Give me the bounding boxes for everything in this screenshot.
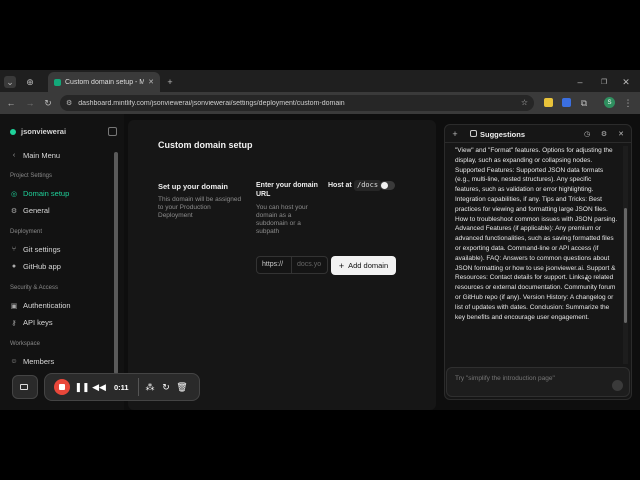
input-divider	[291, 257, 292, 273]
page-title: Custom domain setup	[158, 140, 253, 150]
sidebar-item-label: Authentication	[23, 301, 71, 310]
maximize-window-icon[interactable]: ❐	[598, 76, 610, 88]
sidebar-item-label: Git settings	[23, 245, 61, 254]
enter-domain-label: Enter your domain URL	[256, 182, 318, 198]
section-security-access: Security & Access	[10, 285, 59, 291]
rewind-icon[interactable]: ◀◀	[92, 381, 106, 393]
suggestions-scrollbar-thumb[interactable]	[624, 208, 627, 323]
sidebar-item-github-app[interactable]: ● GitHub app	[10, 262, 61, 271]
new-chat-plus-icon[interactable]: +	[450, 129, 460, 139]
gear-icon: ⚙	[10, 207, 18, 215]
minimize-window-icon[interactable]: –	[574, 76, 586, 88]
https-prefix: https://	[262, 261, 284, 268]
camera-icon	[20, 384, 28, 390]
domain-input[interactable]: docs.yo	[297, 261, 325, 270]
browser-tab-active[interactable]: Custom domain setup - Mintlif... ✕	[48, 72, 160, 92]
setup-heading: Set up your domain	[158, 182, 229, 191]
suggestions-title: Suggestions	[480, 130, 526, 139]
host-at-toggle[interactable]	[380, 181, 395, 190]
close-panel-icon[interactable]: ✕	[616, 129, 626, 139]
chevron-left-icon: ‹	[12, 152, 16, 159]
recorder-camera-button[interactable]	[12, 375, 38, 399]
suggestion-prompt-input[interactable]: Try "simplify the introduction page"	[446, 367, 630, 397]
section-deployment: Deployment	[10, 229, 43, 235]
github-icon: ●	[11, 263, 17, 270]
extension-blue-icon[interactable]	[562, 98, 571, 107]
sidebar-item-api-keys[interactable]: ⚷ API keys	[10, 318, 53, 327]
add-domain-label: Add domain	[348, 261, 389, 270]
close-window-icon[interactable]: ✕	[620, 76, 632, 88]
collapse-sidebar-icon[interactable]	[108, 127, 117, 136]
sidebar-item-label: General	[23, 206, 50, 215]
org-switcher[interactable]: jsonviewerai	[10, 127, 66, 136]
extension-yellow-icon[interactable]	[544, 98, 553, 107]
panel-header-divider	[445, 142, 631, 143]
recorder-divider	[138, 378, 139, 396]
org-name: jsonviewerai	[21, 127, 67, 136]
setup-description: This domain will be assigned to your Pro…	[158, 196, 242, 220]
sidebar-item-label: GitHub app	[23, 262, 61, 271]
section-workspace: Workspace	[10, 341, 40, 347]
main-menu-label: Main Menu	[23, 151, 61, 160]
history-clock-icon[interactable]: ◷	[582, 129, 592, 139]
host-at-path-code: /docs	[354, 180, 382, 191]
sidebar-item-git-settings[interactable]: ⑂ Git settings	[10, 245, 61, 254]
pause-icon[interactable]: ❚❚	[74, 381, 89, 393]
host-at-label: Host at	[328, 182, 352, 189]
main-menu-link[interactable]: ‹ Main Menu	[10, 151, 60, 160]
sidebar-item-members[interactable]: ☺ Members	[10, 357, 54, 366]
stop-recording-button[interactable]	[54, 379, 70, 395]
recording-timer: 0:11	[114, 383, 129, 392]
send-arrow-icon[interactable]	[612, 380, 623, 391]
bookmark-star-icon[interactable]: ☆	[521, 99, 528, 107]
restart-icon[interactable]: ↻	[160, 381, 172, 393]
profile-avatar-icon[interactable]: S	[604, 97, 615, 108]
close-tab-icon[interactable]: ✕	[148, 79, 154, 86]
mouse-cursor-icon: ↖	[584, 275, 591, 284]
browser-menu-icon[interactable]: ⋮	[622, 97, 634, 109]
add-domain-button[interactable]: + Add domain	[331, 256, 396, 275]
letterbox-bottom	[0, 410, 640, 480]
lock-icon: ▣	[10, 302, 18, 310]
plus-icon: +	[338, 260, 345, 271]
users-icon: ☺	[10, 358, 18, 365]
sidebar-item-authentication[interactable]: ▣ Authentication	[10, 301, 71, 310]
address-bar-url: dashboard.mintlify.com/jsonviewerai/json…	[78, 99, 345, 107]
section-project-settings: Project Settings	[10, 173, 53, 179]
enter-domain-description: You can host your domain as a subdomain …	[256, 204, 308, 236]
forward-arrow-icon[interactable]: →	[24, 97, 36, 109]
key-icon: ⚷	[11, 319, 17, 327]
extensions-puzzle-icon[interactable]: ⧉	[578, 97, 590, 109]
suggestions-content: "View" and "Format" features. Options fo…	[455, 147, 618, 321]
sidebar-item-general[interactable]: ⚙ General	[10, 206, 50, 215]
toggle-knob	[381, 182, 388, 189]
sidebar-item-label: Domain setup	[23, 189, 70, 198]
tab-search-icon[interactable]: ⌄	[4, 76, 16, 88]
suggestions-logo-icon	[470, 130, 477, 137]
stop-icon	[59, 384, 65, 390]
letterbox-top	[0, 0, 640, 70]
sidebar-scrollbar[interactable]	[114, 152, 118, 374]
sidebar-item-label: Members	[23, 357, 55, 366]
extensions-tab-icon[interactable]: ⊕	[24, 76, 36, 88]
org-logo-icon	[10, 128, 16, 135]
back-arrow-icon[interactable]: ←	[5, 97, 17, 109]
git-branch-icon: ⑂	[11, 246, 17, 253]
reload-icon[interactable]: ↻	[42, 97, 54, 109]
settings-gear-icon[interactable]: ⚙	[599, 129, 609, 139]
grid-icon[interactable]: ⁂	[144, 381, 156, 393]
sidebar-item-label: API keys	[23, 318, 53, 327]
sidebar-item-domain-setup[interactable]: ◎ Domain setup	[10, 189, 69, 198]
trash-icon[interactable]: 🗑	[176, 381, 188, 393]
new-tab-icon[interactable]: +	[164, 76, 176, 88]
address-bar[interactable]: ⚙ dashboard.mintlify.com/jsonviewerai/js…	[60, 95, 534, 111]
site-info-icon[interactable]: ⚙	[66, 100, 72, 107]
mintlify-favicon-icon	[54, 78, 61, 86]
globe-icon: ◎	[10, 190, 18, 198]
tab-title: Custom domain setup - Mintlif...	[65, 78, 145, 86]
